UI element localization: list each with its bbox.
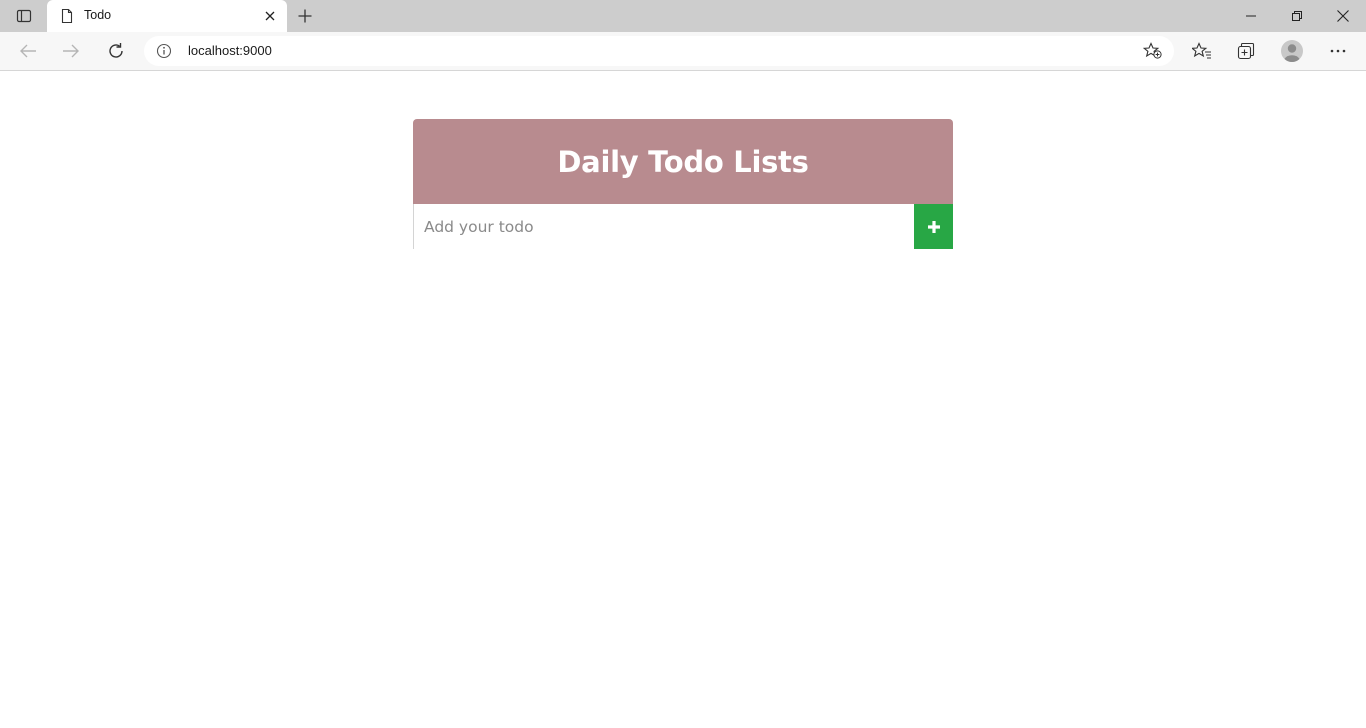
favorites-button[interactable] <box>1186 36 1218 66</box>
plus-icon <box>927 220 940 233</box>
more-menu-button[interactable] <box>1322 36 1354 66</box>
add-todo-button[interactable] <box>914 204 953 249</box>
restore-button[interactable] <box>1274 0 1320 32</box>
info-icon[interactable] <box>156 43 172 59</box>
page-icon <box>61 8 73 24</box>
back-button[interactable] <box>12 36 44 66</box>
star-add-icon <box>1143 42 1162 59</box>
card-header: Daily Todo Lists <box>413 119 953 204</box>
todo-card: Daily Todo Lists <box>413 119 953 249</box>
tab-todo[interactable]: Todo <box>47 0 287 32</box>
address-bar[interactable]: localhost:9000 <box>144 36 1174 66</box>
tab-strip: Todo <box>0 0 1366 32</box>
reload-button[interactable] <box>100 36 132 66</box>
collections-icon <box>1237 42 1255 60</box>
avatar-icon <box>1281 40 1303 62</box>
forward-button[interactable] <box>55 36 87 66</box>
profile-button[interactable] <box>1276 36 1308 66</box>
close-icon <box>1337 10 1349 22</box>
close-icon <box>265 11 275 21</box>
plus-icon <box>298 9 312 23</box>
url-text[interactable]: localhost:9000 <box>188 43 272 58</box>
minimize-button[interactable] <box>1228 0 1274 32</box>
arrow-right-icon <box>63 44 79 58</box>
tab-actions-button[interactable] <box>10 4 38 28</box>
todo-input[interactable] <box>413 204 914 249</box>
refresh-icon <box>109 43 123 58</box>
tab-title: Todo <box>84 8 112 22</box>
ellipsis-icon <box>1330 49 1346 53</box>
window-close-button[interactable] <box>1320 0 1366 32</box>
page-title: Daily Todo Lists <box>557 144 809 179</box>
new-tab-button[interactable] <box>293 5 317 27</box>
collections-button[interactable] <box>1230 36 1262 66</box>
restore-icon <box>1292 11 1302 21</box>
add-favorite-button[interactable] <box>1142 41 1164 61</box>
browser-toolbar: localhost:9000 <box>0 32 1366 71</box>
favorites-icon <box>1192 42 1211 59</box>
tab-actions-icon <box>16 9 32 23</box>
tab-close-button[interactable] <box>261 7 279 25</box>
arrow-left-icon <box>20 44 36 58</box>
minimize-icon <box>1246 15 1256 17</box>
todo-input-row <box>413 204 953 249</box>
